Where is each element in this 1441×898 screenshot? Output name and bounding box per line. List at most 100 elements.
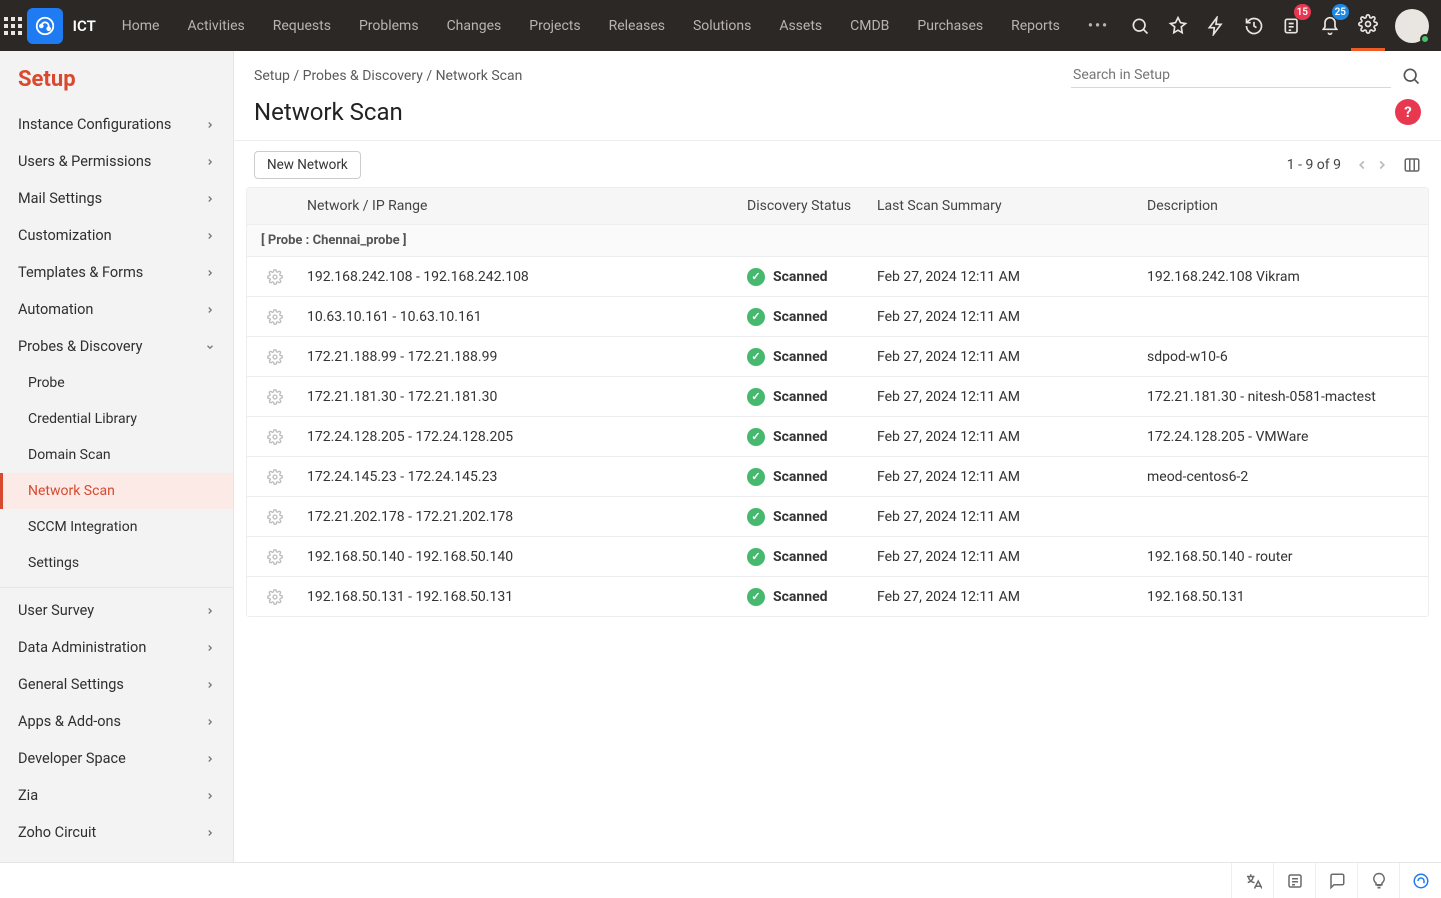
sidebar-item-probes-discovery[interactable]: Probes & Discovery (0, 328, 233, 365)
table-row[interactable]: 172.24.145.23 - 172.24.145.23✓ScannedFeb… (247, 456, 1428, 496)
nav-cmdb[interactable]: CMDB (836, 0, 903, 51)
sidebar-item-user-survey[interactable]: User Survey (0, 587, 233, 629)
row-gear-icon[interactable] (247, 349, 303, 365)
sidebar-sub-sccm-integration[interactable]: SCCM Integration (0, 509, 233, 545)
nav-changes[interactable]: Changes (433, 0, 516, 51)
sidebar-item-data-administration[interactable]: Data Administration (0, 629, 233, 666)
nav-problems[interactable]: Problems (345, 0, 433, 51)
brand[interactable]: ICT (27, 8, 108, 44)
column-toggle-icon[interactable] (1403, 156, 1421, 174)
chevron-right-icon (203, 229, 217, 243)
nav-home[interactable]: Home (108, 0, 174, 51)
support-icon[interactable] (1399, 863, 1441, 898)
cell-ip: 192.168.242.108 - 192.168.242.108 (303, 269, 743, 285)
nav-solutions[interactable]: Solutions (679, 0, 765, 51)
cell-ip: 10.63.10.161 - 10.63.10.161 (303, 309, 743, 325)
sidebar-item-general-settings[interactable]: General Settings (0, 666, 233, 703)
search-icon[interactable] (1401, 66, 1421, 86)
cell-status: ✓Scanned (743, 268, 873, 286)
table-row[interactable]: 172.24.128.205 - 172.24.128.205✓ScannedF… (247, 416, 1428, 456)
sidebar-item-automation[interactable]: Automation (0, 291, 233, 328)
row-gear-icon[interactable] (247, 389, 303, 405)
col-status[interactable]: Discovery Status (743, 198, 873, 214)
settings-icon[interactable] (1351, 0, 1385, 51)
sidebar-item-label: Credential Library (28, 411, 137, 427)
check-icon: ✓ (747, 268, 765, 286)
cell-ip: 192.168.50.140 - 192.168.50.140 (303, 549, 743, 565)
sidebar-sub-domain-scan[interactable]: Domain Scan (0, 437, 233, 473)
row-gear-icon[interactable] (247, 309, 303, 325)
col-summary[interactable]: Last Scan Summary (873, 198, 1143, 214)
user-avatar[interactable] (1395, 9, 1429, 43)
cell-description: sdpod-w10-6 (1143, 349, 1428, 365)
table-row[interactable]: 172.21.181.30 - 172.21.181.30✓ScannedFeb… (247, 376, 1428, 416)
table-row[interactable]: 192.168.50.140 - 192.168.50.140✓ScannedF… (247, 536, 1428, 576)
chevron-right-icon (203, 192, 217, 206)
row-gear-icon[interactable] (247, 589, 303, 605)
sidebar-sub-network-scan[interactable]: Network Scan (0, 473, 233, 509)
nav-releases[interactable]: Releases (595, 0, 679, 51)
sidebar-item-label: Probes & Discovery (18, 338, 143, 355)
nav-requests[interactable]: Requests (259, 0, 345, 51)
row-gear-icon[interactable] (247, 269, 303, 285)
topbar: ICT Home Activities Requests Problems Ch… (0, 0, 1441, 51)
app-launcher-icon[interactable] (0, 17, 27, 35)
network-table: Network / IP Range Discovery Status Last… (246, 187, 1429, 617)
cell-description: 172.21.181.30 - nitesh-0581-mactest (1143, 389, 1428, 405)
row-gear-icon[interactable] (247, 509, 303, 525)
notifications-icon[interactable]: 25 (1313, 0, 1347, 51)
table-row[interactable]: 172.21.202.178 - 172.21.202.178✓ScannedF… (247, 496, 1428, 536)
new-network-button[interactable]: New Network (254, 151, 361, 179)
pin-icon[interactable] (1161, 0, 1195, 51)
lightbulb-icon[interactable] (1357, 863, 1399, 898)
sidebar-item-apps-addons[interactable]: Apps & Add-ons (0, 703, 233, 740)
col-description[interactable]: Description (1143, 198, 1428, 214)
sidebar-item-developer-space[interactable]: Developer Space (0, 740, 233, 777)
nav-more[interactable]: ••• (1074, 0, 1123, 51)
table-row[interactable]: 10.63.10.161 - 10.63.10.161✓ScannedFeb 2… (247, 296, 1428, 336)
nav-purchases[interactable]: Purchases (903, 0, 997, 51)
row-gear-icon[interactable] (247, 429, 303, 445)
pager-prev-icon[interactable] (1355, 158, 1369, 172)
sidebar-item-zia[interactable]: Zia (0, 777, 233, 814)
search-input[interactable] (1071, 63, 1391, 88)
sidebar-item-instance-configurations[interactable]: Instance Configurations (0, 106, 233, 143)
row-gear-icon[interactable] (247, 549, 303, 565)
nav-activities[interactable]: Activities (173, 0, 258, 51)
chevron-down-icon (203, 340, 217, 354)
search-setup (1071, 63, 1421, 88)
breadcrumb[interactable]: Setup / Probes & Discovery / Network Sca… (254, 68, 522, 84)
announcements-icon[interactable]: 15 (1275, 0, 1309, 51)
history-icon[interactable] (1237, 0, 1271, 51)
sidebar-item-users-permissions[interactable]: Users & Permissions (0, 143, 233, 180)
row-gear-icon[interactable] (247, 469, 303, 485)
help-button[interactable]: ? (1395, 99, 1421, 125)
bolt-icon[interactable] (1199, 0, 1233, 51)
sidebar-sub-probe[interactable]: Probe (0, 365, 233, 401)
table-row[interactable]: 192.168.50.131 - 192.168.50.131✓ScannedF… (247, 576, 1428, 616)
chat-icon[interactable] (1315, 863, 1357, 898)
sidebar-item-zoho-circuit[interactable]: Zoho Circuit (0, 814, 233, 851)
search-icon[interactable] (1123, 0, 1157, 51)
notes-icon[interactable] (1273, 863, 1315, 898)
table-row[interactable]: 192.168.242.108 - 192.168.242.108✓Scanne… (247, 256, 1428, 296)
nav-reports[interactable]: Reports (997, 0, 1074, 51)
sidebar-item-label: Apps & Add-ons (18, 713, 121, 730)
pager-next-icon[interactable] (1375, 158, 1389, 172)
sidebar-item-customization[interactable]: Customization (0, 217, 233, 254)
language-icon[interactable] (1231, 863, 1273, 898)
sidebar-item-label: User Survey (18, 602, 94, 619)
nav-assets[interactable]: Assets (765, 0, 836, 51)
chevron-right-icon (203, 303, 217, 317)
chevron-right-icon (203, 266, 217, 280)
table-row[interactable]: 172.21.188.99 - 172.21.188.99✓ScannedFeb… (247, 336, 1428, 376)
nav-projects[interactable]: Projects (515, 0, 594, 51)
sidebar-sub-credential-library[interactable]: Credential Library (0, 401, 233, 437)
sidebar-item-mail-settings[interactable]: Mail Settings (0, 180, 233, 217)
sidebar-sub-settings[interactable]: Settings (0, 545, 233, 581)
sidebar-item-templates-forms[interactable]: Templates & Forms (0, 254, 233, 291)
announcements-badge: 15 (1294, 4, 1311, 20)
col-network[interactable]: Network / IP Range (303, 198, 743, 214)
check-icon: ✓ (747, 468, 765, 486)
check-icon: ✓ (747, 308, 765, 326)
